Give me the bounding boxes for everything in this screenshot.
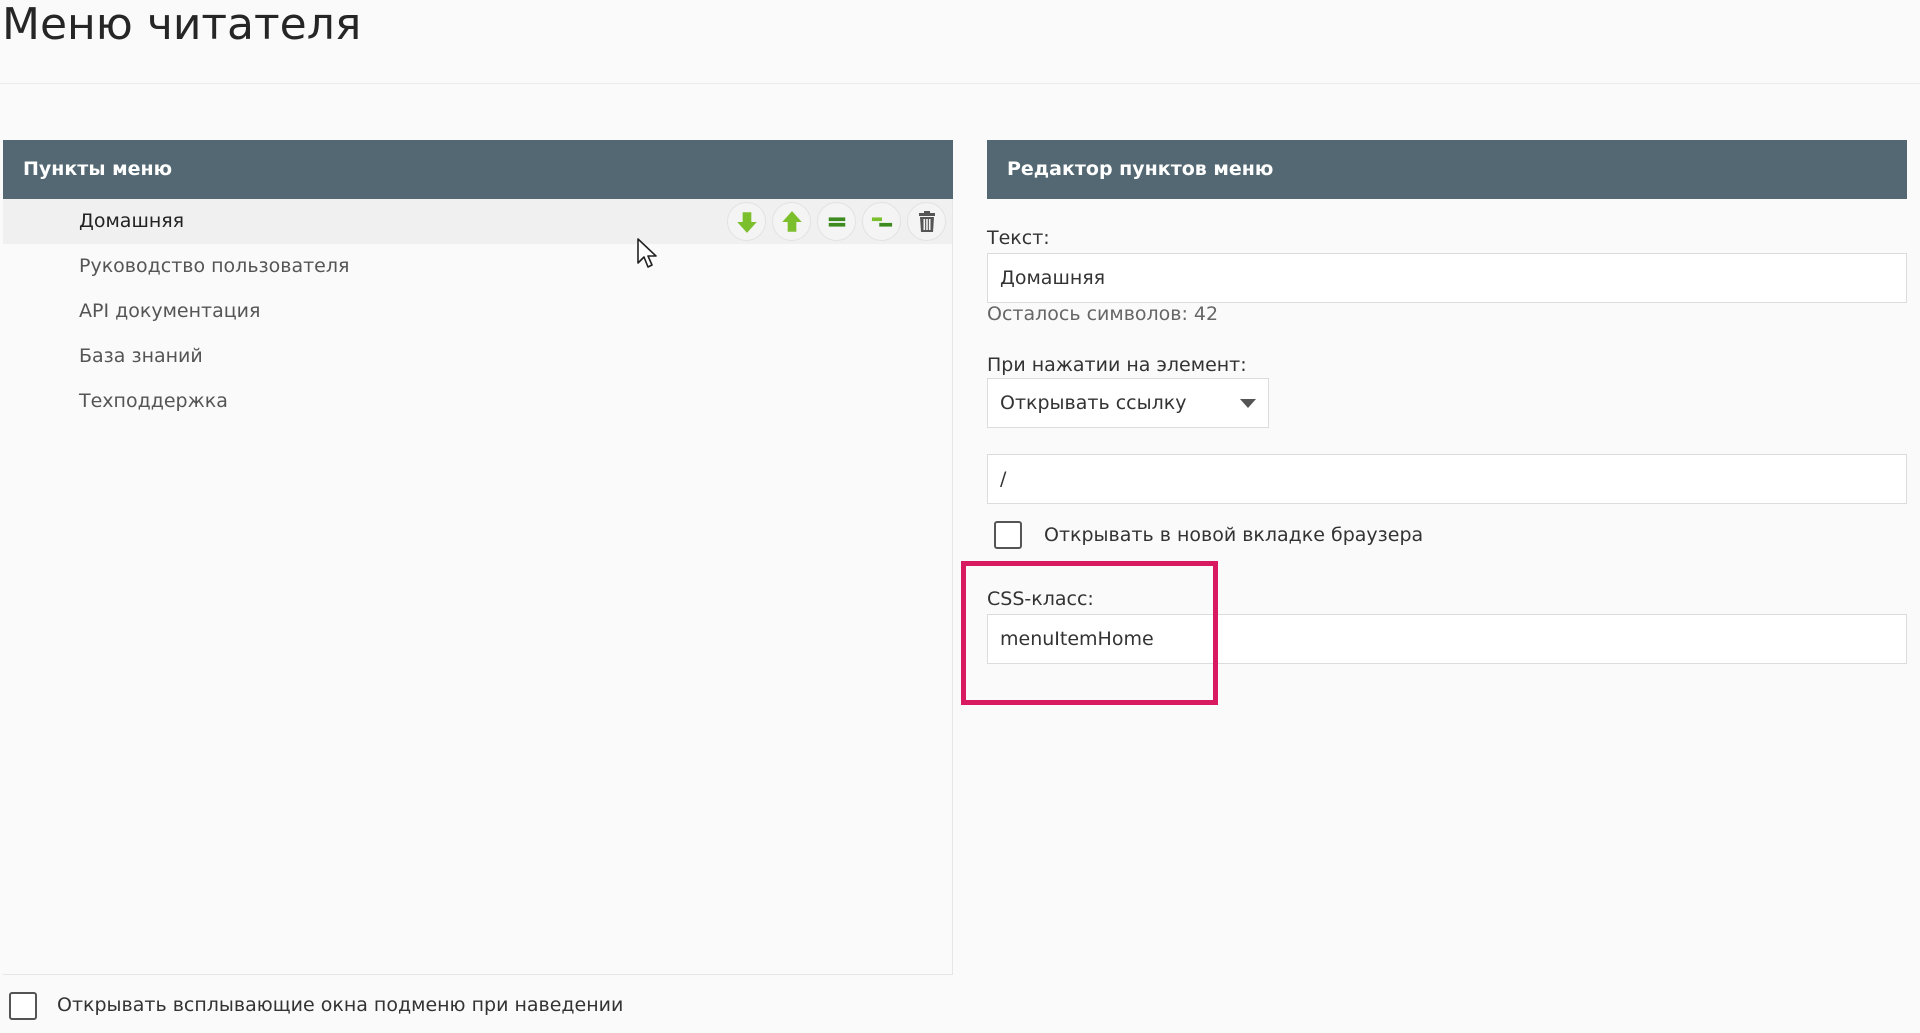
chevron-down-icon — [1240, 399, 1256, 408]
menu-item-home[interactable]: Домашняя — [3, 199, 952, 244]
menu-items-panel-header: Пункты меню — [3, 140, 953, 199]
new-tab-checkbox[interactable] — [994, 521, 1022, 549]
click-action-value: Открывать ссылку — [1000, 392, 1187, 414]
menu-item-support[interactable]: Техподдержка — [3, 379, 952, 424]
menu-item-user-guide[interactable]: Руководство пользователя — [3, 244, 952, 289]
menu-item-label: Руководство пользователя — [79, 255, 350, 277]
menu-item-label: Техподдержка — [79, 390, 228, 412]
menu-item-api-docs[interactable]: API документация — [3, 289, 952, 334]
move-up-button[interactable] — [772, 202, 811, 241]
css-class-label: CSS-класс: — [987, 588, 1094, 610]
submenu-hover-label: Открывать всплывающие окна подменю при н… — [57, 994, 624, 1016]
indent-button[interactable] — [862, 202, 901, 241]
page-title: Меню читателя — [0, 0, 1920, 84]
arrow-up-icon — [781, 210, 802, 232]
menu-item-label: API документация — [79, 300, 261, 322]
link-input[interactable] — [987, 454, 1907, 504]
same-level-button[interactable] — [817, 202, 856, 241]
chars-left-hint: Осталось символов: 42 — [987, 303, 1219, 325]
click-action-label: При нажатии на элемент: — [987, 354, 1247, 376]
menu-item-actions — [727, 202, 946, 241]
move-down-button[interactable] — [727, 202, 766, 241]
css-class-input[interactable] — [987, 614, 1907, 664]
arrow-down-icon — [736, 211, 757, 233]
new-tab-label: Открывать в новой вкладке браузера — [1044, 524, 1424, 546]
menu-items-panel: Домашняя Руководство пользователя API до… — [3, 199, 953, 975]
menu-item-label: База знаний — [79, 345, 203, 367]
menu-item-label: Домашняя — [79, 210, 185, 232]
mouse-cursor-icon — [637, 238, 657, 268]
click-action-select[interactable]: Открывать ссылку — [987, 378, 1269, 428]
equal-icon — [828, 216, 845, 227]
text-field-label: Текст: — [987, 227, 1050, 249]
menu-items-list: Домашняя Руководство пользователя API до… — [3, 199, 952, 424]
trash-icon — [918, 210, 935, 232]
submenu-hover-checkbox[interactable] — [9, 992, 37, 1020]
outdent-icon — [871, 216, 892, 227]
text-input[interactable] — [987, 253, 1907, 303]
menu-item-knowledge-base[interactable]: База знаний — [3, 334, 952, 379]
menu-item-editor-header: Редактор пунктов меню — [987, 140, 1907, 199]
delete-item-button[interactable] — [907, 202, 946, 241]
